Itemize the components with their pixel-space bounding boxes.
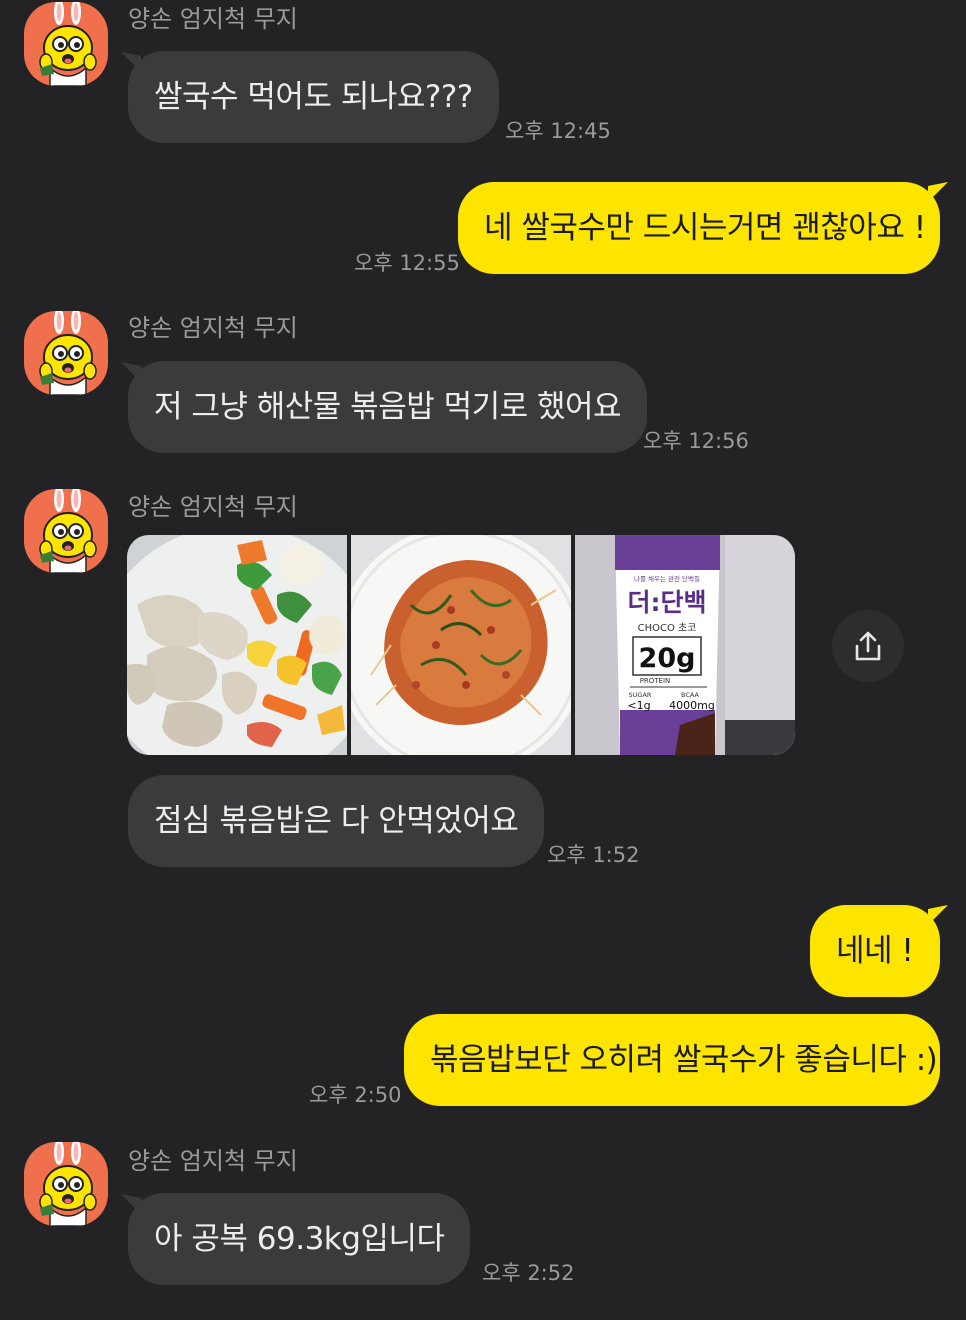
sender-avatar[interactable] — [24, 489, 108, 573]
message-bubble-incoming[interactable]: 쌀국수 먹어도 되나요??? — [128, 51, 499, 143]
message-timestamp: 오후 12:45 — [505, 119, 611, 143]
message-timestamp: 오후 2:50 — [309, 1083, 402, 1107]
drink-label-bcaa: 4000mg — [669, 699, 715, 712]
message-bubble-incoming[interactable]: 점심 볶음밥은 다 안먹었어요 — [128, 775, 545, 867]
protein-drink-photo[interactable]: 나를 채우는 완전 단백질 더:단백 CHOCO 초코 20g PROTEIN … — [575, 535, 795, 755]
chicken-vegetable-photo[interactable] — [127, 535, 347, 755]
sender-avatar[interactable] — [24, 311, 108, 395]
sender-name: 양손 엄지척 무지 — [128, 314, 298, 342]
muzi-rabbit-avatar-icon — [39, 489, 97, 573]
message-bubble-outgoing[interactable]: 네네 ! — [810, 905, 940, 997]
share-button[interactable] — [832, 610, 904, 682]
drink-label-protein-word: PROTEIN — [640, 677, 671, 685]
sender-name: 양손 엄지척 무지 — [128, 5, 298, 33]
share-icon — [855, 631, 881, 661]
message-timestamp: 오후 12:55 — [354, 251, 460, 275]
sender-name: 양손 엄지척 무지 — [128, 1147, 298, 1175]
muzi-rabbit-avatar-icon — [39, 311, 97, 395]
drink-label-top: 나를 채우는 완전 단백질 — [634, 574, 700, 583]
fried-rice-photo[interactable] — [351, 535, 571, 755]
sender-avatar[interactable] — [24, 1142, 108, 1226]
sender-avatar[interactable] — [24, 2, 108, 86]
message-bubble-outgoing[interactable]: 네 쌀국수만 드시는거면 괜찮아요 ! — [458, 182, 940, 274]
muzi-rabbit-avatar-icon — [39, 1142, 97, 1226]
drink-label-bcaa-word: BCAA — [681, 691, 700, 699]
message-bubble-outgoing[interactable]: 볶음밥보단 오히려 쌀국수가 좋습니다 :) — [404, 1014, 940, 1106]
drink-label-sugar-word: SUGAR — [629, 691, 652, 699]
muzi-rabbit-avatar-icon — [39, 2, 97, 86]
drink-label-brand: 더:단백 — [628, 588, 707, 617]
message-timestamp: 오후 1:52 — [547, 843, 640, 867]
sender-name: 양손 엄지척 무지 — [128, 493, 298, 521]
drink-label-sugar: <1g — [627, 699, 650, 712]
message-bubble-incoming[interactable]: 저 그냥 해산물 볶음밥 먹기로 했어요 — [128, 361, 648, 453]
message-timestamp: 오후 12:56 — [643, 429, 749, 453]
message-timestamp: 오후 2:52 — [482, 1261, 575, 1285]
drink-label-protein: 20g — [639, 643, 696, 674]
drink-label-flavor: CHOCO 초코 — [638, 622, 697, 634]
message-bubble-incoming[interactable]: 아 공복 69.3kg입니다 — [128, 1193, 471, 1285]
